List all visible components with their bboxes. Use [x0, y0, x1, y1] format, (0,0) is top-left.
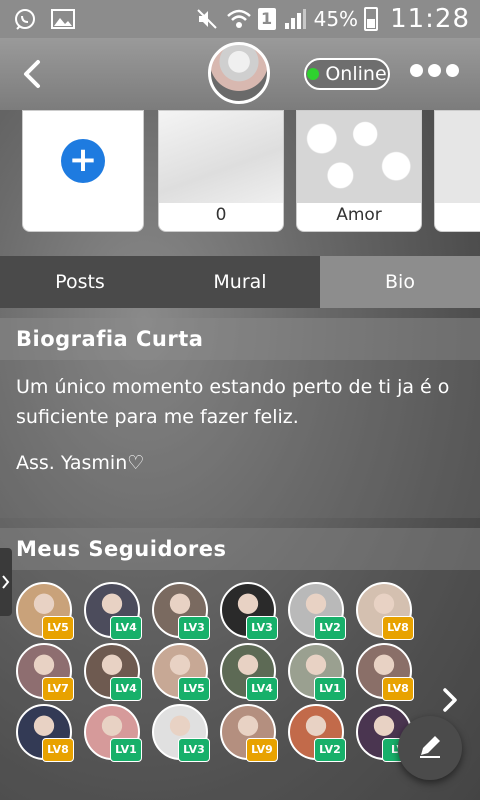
battery-icon: [364, 7, 379, 31]
card-label: Amor: [336, 205, 382, 225]
tab-posts[interactable]: Posts: [0, 256, 160, 308]
follower-avatar[interactable]: LV8: [356, 582, 414, 640]
avatar[interactable]: [208, 42, 270, 104]
level-badge: LV1: [314, 677, 346, 701]
profile-header: Online: [0, 38, 480, 110]
profile-tabs: Posts Mural Bio: [0, 256, 480, 308]
card-image: [297, 111, 421, 203]
wifi-icon: [226, 6, 252, 32]
side-drawer-handle[interactable]: [0, 548, 12, 616]
follower-avatar[interactable]: LV5: [152, 643, 210, 701]
bio-text: Um único momento estando perto de ti ja …: [16, 376, 450, 428]
level-badge: LV4: [110, 616, 142, 640]
follower-avatar[interactable]: LV4: [84, 582, 142, 640]
follower-avatar[interactable]: LV2: [288, 704, 346, 762]
level-badge: LV8: [382, 616, 414, 640]
card-item[interactable]: 0: [158, 110, 284, 232]
level-badge: LV8: [42, 738, 74, 762]
online-dot-icon: [307, 68, 320, 80]
level-badge: LV2: [314, 616, 346, 640]
sim-indicator: 1: [257, 8, 276, 30]
battery-percent: 45%: [313, 7, 359, 31]
card-image: [159, 111, 283, 203]
follower-avatar[interactable]: LV8: [16, 704, 74, 762]
follower-avatar[interactable]: LV7: [16, 643, 74, 701]
level-badge: LV1: [110, 738, 142, 762]
tab-bio[interactable]: Bio: [320, 256, 480, 308]
edit-button[interactable]: [398, 716, 462, 780]
follower-avatar[interactable]: LV1: [288, 643, 346, 701]
card-label: 0: [215, 205, 227, 225]
follower-avatar[interactable]: LV4: [84, 643, 142, 701]
follower-avatar[interactable]: LV4: [220, 643, 278, 701]
follower-avatar[interactable]: LV3: [152, 704, 210, 762]
level-badge: LV7: [42, 677, 74, 701]
clock: 11:28: [390, 4, 470, 34]
bio-title: Biografia Curta: [0, 318, 480, 360]
featured-cards: + 0 Amor: [0, 110, 480, 234]
follower-avatar[interactable]: LV5: [16, 582, 74, 640]
level-badge: LV5: [42, 616, 74, 640]
bio-signature: Ass. Yasmin♡: [16, 452, 145, 474]
more-dots-icon[interactable]: [410, 64, 459, 77]
signal-icon: [282, 6, 308, 32]
follower-avatar[interactable]: LV3: [152, 582, 210, 640]
followers-title: Meus Seguidores: [0, 528, 480, 570]
tab-mural[interactable]: Mural: [160, 256, 320, 308]
level-badge: LV5: [178, 677, 210, 701]
add-card[interactable]: +: [22, 110, 144, 232]
level-badge: LV9: [246, 738, 278, 762]
card-item[interactable]: [434, 110, 480, 232]
gallery-icon: [50, 6, 76, 32]
level-badge: LV4: [110, 677, 142, 701]
plus-icon[interactable]: +: [61, 139, 105, 183]
chevron-right-icon[interactable]: [436, 686, 464, 714]
mute-icon: [194, 6, 220, 32]
online-label: Online: [325, 63, 387, 85]
whatsapp-icon: [12, 6, 38, 32]
level-badge: LV4: [246, 677, 278, 701]
level-badge: LV3: [246, 616, 278, 640]
follower-avatar[interactable]: LV8: [356, 643, 414, 701]
card-image: [435, 111, 480, 203]
follower-avatar[interactable]: LV2: [288, 582, 346, 640]
level-badge: LV3: [178, 616, 210, 640]
online-status-badge: Online: [304, 58, 390, 90]
follower-avatar[interactable]: LV9: [220, 704, 278, 762]
level-badge: LV8: [382, 677, 414, 701]
status-bar: 1 45% 11:28: [0, 0, 480, 38]
back-arrow-icon[interactable]: [14, 56, 50, 92]
follower-avatar[interactable]: LV1: [84, 704, 142, 762]
level-badge: LV2: [314, 738, 346, 762]
pencil-icon: [416, 732, 444, 764]
card-item[interactable]: Amor: [296, 110, 422, 232]
follower-avatar[interactable]: LV3: [220, 582, 278, 640]
level-badge: LV3: [178, 738, 210, 762]
